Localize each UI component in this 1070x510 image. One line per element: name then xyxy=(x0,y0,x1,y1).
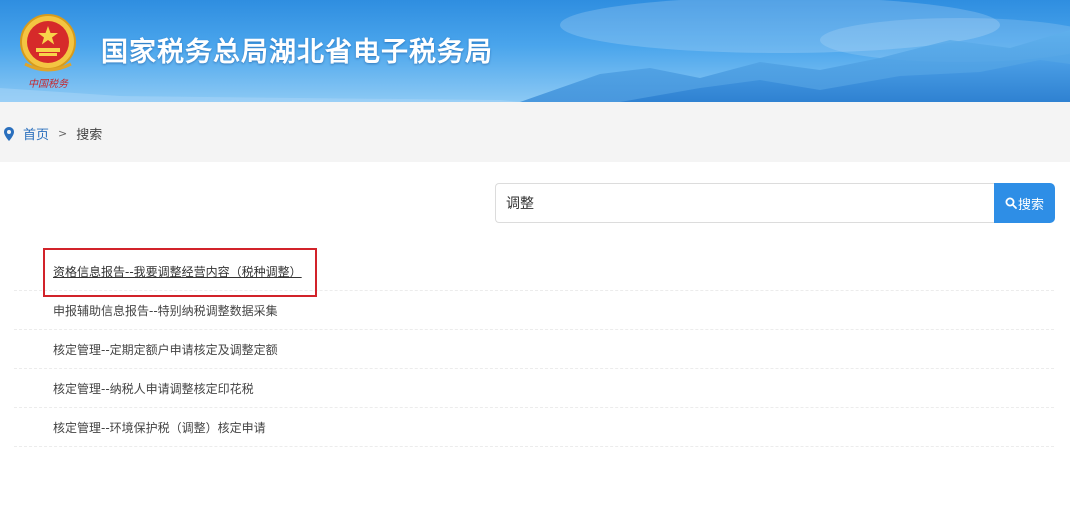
location-pin-icon xyxy=(4,126,14,141)
result-link[interactable]: 申报辅助信息报告--特别纳税调整数据采集 xyxy=(53,302,278,319)
breadcrumb-current: 搜索 xyxy=(76,128,103,143)
result-link[interactable]: 资格信息报告--我要调整经营内容（税种调整） xyxy=(53,263,302,280)
result-link[interactable]: 核定管理--定期定额户申请核定及调整定额 xyxy=(53,341,278,358)
tax-emblem-icon: 中国税务 xyxy=(20,14,76,90)
breadcrumb-home-link[interactable]: 首页 xyxy=(23,124,49,143)
search-icon xyxy=(1005,197,1017,209)
result-item: 核定管理--环境保护税（调整）核定申请 xyxy=(14,408,1054,447)
site-title: 国家税务总局湖北省电子税务局 xyxy=(101,37,493,68)
result-link[interactable]: 核定管理--环境保护税（调整）核定申请 xyxy=(53,419,266,436)
search-button-label: 搜索 xyxy=(1017,197,1044,213)
svg-text:中国税务: 中国税务 xyxy=(28,78,69,90)
result-item: 核定管理--纳税人申请调整核定印花税 xyxy=(14,369,1054,408)
search-results-list: 资格信息报告--我要调整经营内容（税种调整） 申报辅助信息报告--特别纳税调整数… xyxy=(14,252,1054,447)
breadcrumb-bar: 首页 > 搜索 xyxy=(0,102,1070,162)
search-bar: 搜索 xyxy=(495,183,1055,223)
breadcrumb-separator: > xyxy=(58,127,68,140)
site-header: 中国税务 国家税务总局湖北省电子税务局 xyxy=(0,0,1070,102)
breadcrumb: 首页 > 搜索 xyxy=(4,124,102,143)
result-item: 资格信息报告--我要调整经营内容（税种调整） xyxy=(14,252,1054,291)
result-item: 核定管理--定期定额户申请核定及调整定额 xyxy=(14,330,1054,369)
search-button[interactable]: 搜索 xyxy=(994,183,1055,223)
result-link[interactable]: 核定管理--纳税人申请调整核定印花税 xyxy=(53,380,254,397)
search-input[interactable] xyxy=(495,183,994,223)
result-item: 申报辅助信息报告--特别纳税调整数据采集 xyxy=(14,291,1054,330)
